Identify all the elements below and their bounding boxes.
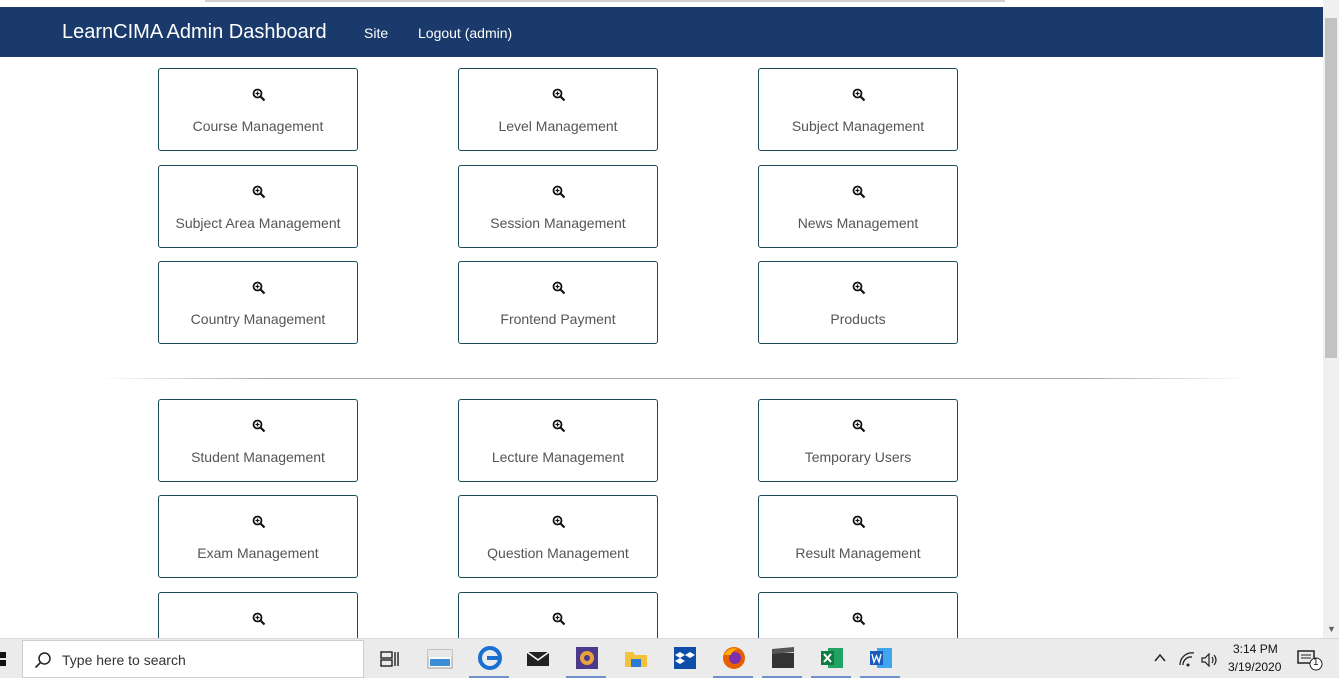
browser-viewport: LearnCIMA Admin Dashboard Site Logout (a… [0, 0, 1339, 638]
card-frontend-payment[interactable]: Frontend Payment [458, 261, 658, 344]
card-label: Session Management [490, 215, 626, 231]
notification-icon[interactable]: 1 [1296, 649, 1324, 671]
taskbar-search[interactable]: Type here to search [22, 640, 364, 678]
zoom-in-icon [552, 88, 566, 102]
word-icon[interactable] [868, 645, 894, 671]
volume-icon[interactable] [1200, 651, 1218, 669]
card-label: Country Management [190, 311, 326, 327]
zoom-in-icon [852, 612, 866, 626]
zoom-in-icon [552, 419, 566, 433]
card-label: Level Management [498, 118, 618, 134]
card-temporary-users[interactable]: Temporary Users [758, 399, 958, 482]
card-question-management[interactable]: Question Management [458, 495, 658, 578]
vertical-scrollbar[interactable]: ▼ [1323, 0, 1339, 638]
windows-taskbar: Type here to search 3:14 PM 3/19/2020 1 [0, 638, 1339, 678]
nav-link-site[interactable]: Site [364, 25, 388, 41]
section-divider [100, 378, 1250, 379]
card-label: Question Management [487, 545, 629, 561]
chevron-up-icon[interactable] [1153, 651, 1169, 667]
zoom-in-icon [252, 515, 266, 529]
scrollbar-thumb[interactable] [1325, 18, 1337, 358]
zoom-in-icon [252, 419, 266, 433]
firefox-icon[interactable] [721, 645, 747, 671]
card-label: Lecture Management [491, 449, 625, 465]
nav-link-logout[interactable]: Logout (admin) [418, 25, 512, 41]
search-icon [34, 651, 52, 674]
mail-icon[interactable] [525, 645, 551, 671]
clock-time[interactable]: 3:14 PM [1233, 642, 1278, 656]
card-label: Temporary Users [804, 449, 912, 465]
zoom-in-icon [852, 88, 866, 102]
wifi-icon[interactable] [1178, 651, 1196, 669]
card-student-management[interactable]: Student Management [158, 399, 358, 482]
card-label: Subject Area Management [175, 215, 341, 231]
zoom-in-icon [552, 612, 566, 626]
card-level-management[interactable]: Level Management [458, 68, 658, 151]
card-exam-management[interactable]: Exam Management [158, 495, 358, 578]
card-result-management[interactable]: Result Management [758, 495, 958, 578]
card-label: Course Management [192, 118, 324, 134]
windows-start-icon[interactable] [0, 652, 8, 666]
card-label: Exam Management [197, 545, 319, 561]
file-explorer-icon[interactable] [623, 645, 649, 671]
top-navbar: LearnCIMA Admin Dashboard Site Logout (a… [0, 7, 1323, 57]
card-label: Subject Management [791, 118, 925, 134]
zoom-in-icon [252, 88, 266, 102]
dropbox-icon[interactable] [672, 645, 698, 671]
zoom-in-icon [852, 419, 866, 433]
zoom-in-icon [852, 185, 866, 199]
task-view-icon[interactable] [380, 645, 406, 671]
address-bar-edge [0, 0, 1323, 7]
card-products[interactable]: Products [758, 261, 958, 344]
card-subject-management[interactable]: Subject Management [758, 68, 958, 151]
card-subject-area-management[interactable]: Subject Area Management [158, 165, 358, 248]
card-session-management[interactable]: Session Management [458, 165, 658, 248]
zoom-in-icon [552, 281, 566, 295]
card-partial[interactable] [158, 592, 358, 638]
zoom-in-icon [852, 515, 866, 529]
card-news-management[interactable]: News Management [758, 165, 958, 248]
card-course-management[interactable]: Course Management [158, 68, 358, 151]
zoom-in-icon [252, 612, 266, 626]
card-partial[interactable] [458, 592, 658, 638]
card-partial[interactable] [758, 592, 958, 638]
card-label: Student Management [191, 449, 325, 465]
app-icon[interactable] [574, 645, 600, 671]
brand-title[interactable]: LearnCIMA Admin Dashboard [62, 21, 327, 44]
search-placeholder: Type here to search [62, 652, 186, 668]
card-label: Result Management [795, 545, 921, 561]
card-label: Products [830, 311, 886, 327]
amazon-icon[interactable] [427, 645, 453, 671]
notification-count: 1 [1313, 657, 1319, 668]
zoom-in-icon [552, 185, 566, 199]
card-label: Frontend Payment [500, 311, 616, 327]
clock-date[interactable]: 3/19/2020 [1228, 660, 1281, 674]
video-icon[interactable] [770, 645, 796, 671]
zoom-in-icon [252, 185, 266, 199]
scroll-down-arrow-icon[interactable]: ▼ [1327, 624, 1336, 634]
excel-icon[interactable] [819, 645, 845, 671]
zoom-in-icon [252, 281, 266, 295]
edge-icon[interactable] [477, 645, 503, 671]
card-label: News Management [797, 215, 919, 231]
zoom-in-icon [852, 281, 866, 295]
zoom-in-icon [552, 515, 566, 529]
card-country-management[interactable]: Country Management [158, 261, 358, 344]
card-lecture-management[interactable]: Lecture Management [458, 399, 658, 482]
